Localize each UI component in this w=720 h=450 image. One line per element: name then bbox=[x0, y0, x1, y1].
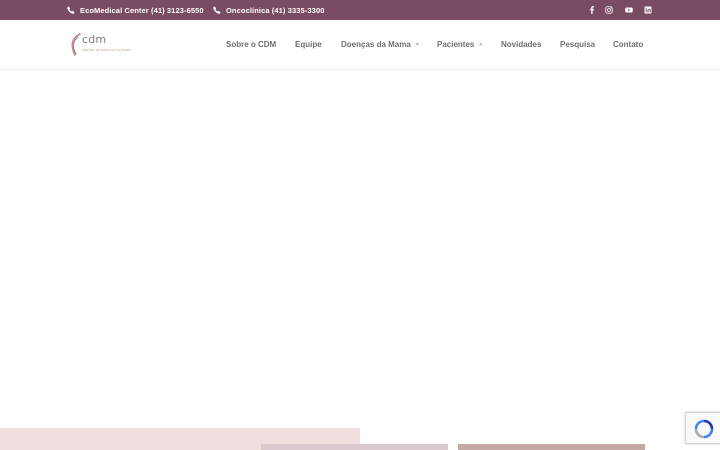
instagram-icon[interactable] bbox=[605, 6, 613, 14]
nav-equipe[interactable]: Equipe bbox=[295, 40, 322, 49]
logo-wordmark: cdm bbox=[82, 33, 107, 46]
logo-mark-icon bbox=[71, 33, 81, 56]
phone-icon bbox=[213, 6, 221, 14]
nav-sobre[interactable]: Sobre o CDM bbox=[226, 40, 276, 49]
linkedin-icon[interactable] bbox=[644, 6, 652, 14]
nav-pesquisa[interactable]: Pesquisa bbox=[560, 40, 595, 49]
content-card-image[interactable] bbox=[261, 444, 448, 450]
phone-ecomedical[interactable]: EcoMedical Center (41) 3123-6550 bbox=[67, 0, 204, 20]
chevron-down-icon: ▼ bbox=[478, 41, 484, 48]
chevron-down-icon: ▼ bbox=[414, 41, 420, 48]
recaptcha-badge[interactable] bbox=[685, 412, 720, 444]
nav-equipe-label: Equipe bbox=[295, 40, 322, 49]
phone-ecomedical-label: EcoMedical Center (41) 3123-6550 bbox=[80, 5, 204, 15]
logo-tagline: CENTRO DE DOENÇAS DA MAMA bbox=[82, 49, 132, 52]
nav-contato[interactable]: Contato bbox=[613, 40, 643, 49]
nav-novidades-label: Novidades bbox=[501, 40, 542, 49]
nav-sobre-label: Sobre o CDM bbox=[226, 40, 277, 49]
nav-novidades[interactable]: Novidades bbox=[501, 40, 541, 49]
facebook-icon[interactable] bbox=[588, 6, 596, 14]
nav-doencas-label: Doenças da Mama bbox=[341, 40, 411, 49]
phone-icon bbox=[67, 6, 75, 14]
phone-oncoclinica[interactable]: Oncoclínica (41) 3335-3300 bbox=[213, 0, 325, 20]
recaptcha-icon bbox=[694, 419, 714, 439]
nav-contato-label: Contato bbox=[613, 40, 644, 49]
site-logo[interactable]: cdm CENTRO DE DOENÇAS DA MAMA bbox=[69, 32, 144, 58]
nav-pesquisa-label: Pesquisa bbox=[560, 40, 596, 49]
nav-pacientes[interactable]: Pacientes ▼ bbox=[437, 40, 483, 49]
content-card-image[interactable] bbox=[458, 444, 645, 450]
phone-oncoclinica-label: Oncoclínica (41) 3335-3300 bbox=[226, 5, 325, 15]
youtube-icon[interactable] bbox=[625, 6, 633, 14]
nav-pacientes-label: Pacientes bbox=[437, 40, 475, 49]
nav-doencas[interactable]: Doenças da Mama ▼ bbox=[341, 40, 420, 49]
